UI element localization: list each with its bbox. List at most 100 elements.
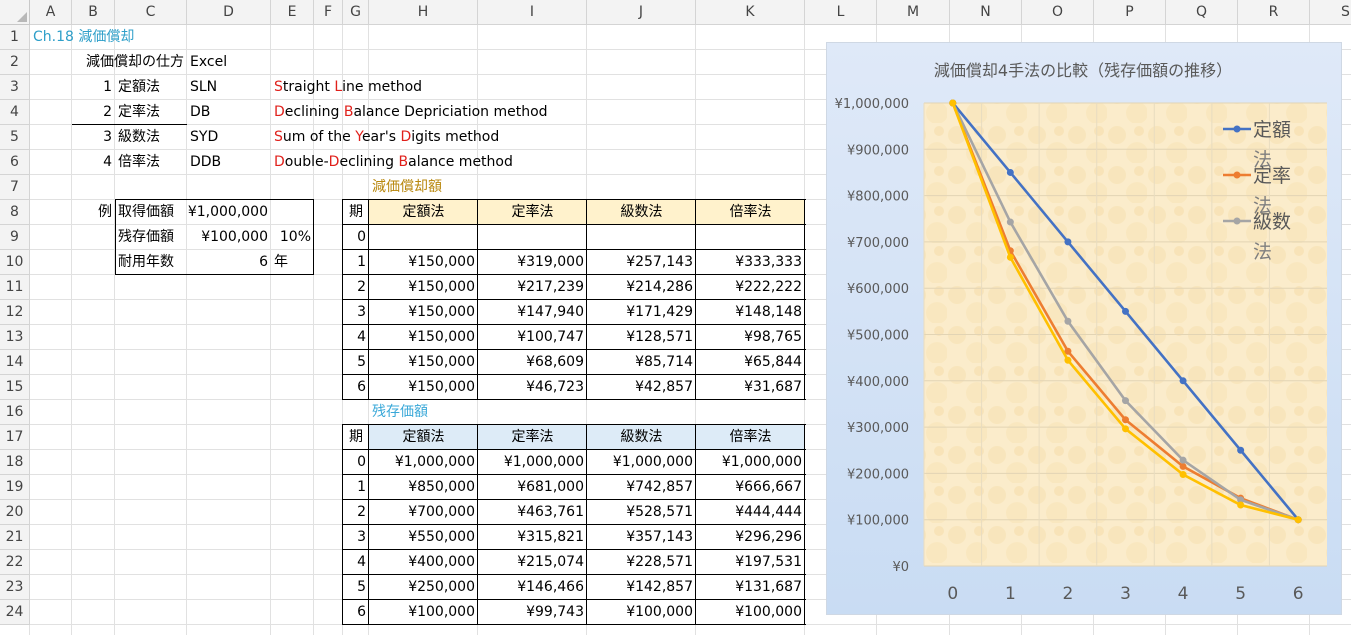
method-description[interactable]: Sum of the Year's Digits method	[271, 125, 696, 150]
residual-cell[interactable]: ¥197,531	[696, 550, 805, 575]
residual-cell[interactable]: 1	[343, 475, 369, 500]
depreciation-header[interactable]: 級数法	[587, 200, 696, 225]
depreciation-cell[interactable]: ¥150,000	[369, 300, 478, 325]
method-name[interactable]: 倍率法	[115, 150, 187, 175]
residual-cell[interactable]: 6	[343, 600, 369, 625]
method-function[interactable]: SYD	[187, 125, 271, 150]
example-key[interactable]: 取得価額	[115, 200, 187, 225]
column-header[interactable]: M	[877, 0, 950, 25]
row-header[interactable]: 1	[0, 25, 30, 50]
depreciation-cell[interactable]: ¥171,429	[587, 300, 696, 325]
depreciation-cell[interactable]	[696, 225, 805, 250]
example-value[interactable]: ¥100,000	[187, 225, 271, 250]
residual-header[interactable]: 期	[343, 425, 369, 450]
method-name[interactable]: 定額法	[115, 75, 187, 100]
residual-cell[interactable]: ¥228,571	[587, 550, 696, 575]
depreciation-cell[interactable]: ¥31,687	[696, 375, 805, 400]
column-header[interactable]: Q	[1166, 0, 1238, 25]
depreciation-cell[interactable]: ¥85,714	[587, 350, 696, 375]
depreciation-header[interactable]: 定率法	[478, 200, 587, 225]
select-all-button[interactable]	[0, 0, 30, 25]
row-header[interactable]: 24	[0, 600, 30, 625]
row-header[interactable]: 6	[0, 150, 30, 175]
example-value[interactable]: ¥1,000,000	[187, 200, 271, 225]
row-header[interactable]: 15	[0, 375, 30, 400]
residual-cell[interactable]: ¥357,143	[587, 525, 696, 550]
column-header[interactable]: P	[1094, 0, 1166, 25]
depreciation-cell[interactable]: ¥65,844	[696, 350, 805, 375]
depreciation-cell[interactable]	[478, 225, 587, 250]
depreciation-cell[interactable]: 5	[343, 350, 369, 375]
residual-cell[interactable]: ¥681,000	[478, 475, 587, 500]
row-header[interactable]: 17	[0, 425, 30, 450]
column-header[interactable]: D	[187, 0, 271, 25]
column-header[interactable]: F	[314, 0, 343, 25]
column-header[interactable]: K	[696, 0, 805, 25]
example-label[interactable]: 例	[72, 200, 115, 225]
method-description[interactable]: Declining Balance Depriciation method	[271, 100, 696, 125]
depreciation-cell[interactable]: ¥68,609	[478, 350, 587, 375]
column-header[interactable]: R	[1238, 0, 1310, 25]
residual-cell[interactable]: ¥1,000,000	[369, 450, 478, 475]
method-function[interactable]: SLN	[187, 75, 271, 100]
residual-header[interactable]: 定率法	[478, 425, 587, 450]
depreciation-cell[interactable]: ¥150,000	[369, 275, 478, 300]
residual-cell[interactable]: ¥315,821	[478, 525, 587, 550]
row-header[interactable]: 13	[0, 325, 30, 350]
residual-cell[interactable]: ¥700,000	[369, 500, 478, 525]
residual-cell[interactable]: ¥528,571	[587, 500, 696, 525]
depreciation-cell[interactable]: ¥100,747	[478, 325, 587, 350]
example-extra[interactable]	[271, 200, 314, 225]
residual-cell[interactable]: ¥1,000,000	[587, 450, 696, 475]
depreciation-cell[interactable]: 0	[343, 225, 369, 250]
method-label[interactable]: 減価償却の仕方	[72, 50, 187, 75]
residual-cell[interactable]: 3	[343, 525, 369, 550]
depreciation-cell[interactable]: 2	[343, 275, 369, 300]
residual-cell[interactable]: ¥1,000,000	[478, 450, 587, 475]
residual-header[interactable]: 倍率法	[696, 425, 805, 450]
depreciation-cell[interactable]: ¥150,000	[369, 325, 478, 350]
depreciation-header[interactable]: 期	[343, 200, 369, 225]
depreciation-cell[interactable]: ¥148,148	[696, 300, 805, 325]
column-header[interactable]: E	[271, 0, 314, 25]
example-extra[interactable]: 10%	[271, 225, 314, 250]
depreciation-cell[interactable]: ¥222,222	[696, 275, 805, 300]
residual-header[interactable]: 定額法	[369, 425, 478, 450]
method-name[interactable]: 級数法	[115, 125, 187, 150]
row-header[interactable]: 22	[0, 550, 30, 575]
depreciation-cell[interactable]: ¥257,143	[587, 250, 696, 275]
depreciation-header[interactable]: 倍率法	[696, 200, 805, 225]
method-function[interactable]: DB	[187, 100, 271, 125]
column-header[interactable]: L	[805, 0, 877, 25]
residual-cell[interactable]: ¥296,296	[696, 525, 805, 550]
row-header[interactable]: 21	[0, 525, 30, 550]
row-header[interactable]: 7	[0, 175, 30, 200]
method-number[interactable]: 1	[72, 75, 115, 100]
residual-cell[interactable]: ¥99,743	[478, 600, 587, 625]
depreciation-cell[interactable]: ¥319,000	[478, 250, 587, 275]
method-number[interactable]: 2	[72, 100, 115, 125]
row-header[interactable]: 16	[0, 400, 30, 425]
residual-cell[interactable]: ¥1,000,000	[696, 450, 805, 475]
row-header[interactable]: 23	[0, 575, 30, 600]
depreciation-cell[interactable]: ¥214,286	[587, 275, 696, 300]
depreciation-cell[interactable]: ¥150,000	[369, 250, 478, 275]
depreciation-cell[interactable]: ¥98,765	[696, 325, 805, 350]
column-header[interactable]: C	[115, 0, 187, 25]
row-header[interactable]: 5	[0, 125, 30, 150]
depreciation-cell[interactable]: ¥217,239	[478, 275, 587, 300]
residual-cell[interactable]: ¥400,000	[369, 550, 478, 575]
depreciation-cell[interactable]: 6	[343, 375, 369, 400]
depreciation-cell[interactable]: 4	[343, 325, 369, 350]
residual-cell[interactable]: ¥550,000	[369, 525, 478, 550]
depreciation-header[interactable]: 定額法	[369, 200, 478, 225]
row-header[interactable]: 18	[0, 450, 30, 475]
column-header[interactable]: B	[72, 0, 115, 25]
chart[interactable]: 減価償却4手法の比較（残存価額の推移） ¥0 ¥100,000 ¥200,000 ¥30…	[826, 42, 1342, 615]
row-header[interactable]: 12	[0, 300, 30, 325]
method-number[interactable]: 4	[72, 150, 115, 175]
row-header[interactable]: 3	[0, 75, 30, 100]
depreciation-cell[interactable]: ¥46,723	[478, 375, 587, 400]
row-header[interactable]: 2	[0, 50, 30, 75]
column-header[interactable]: J	[587, 0, 696, 25]
